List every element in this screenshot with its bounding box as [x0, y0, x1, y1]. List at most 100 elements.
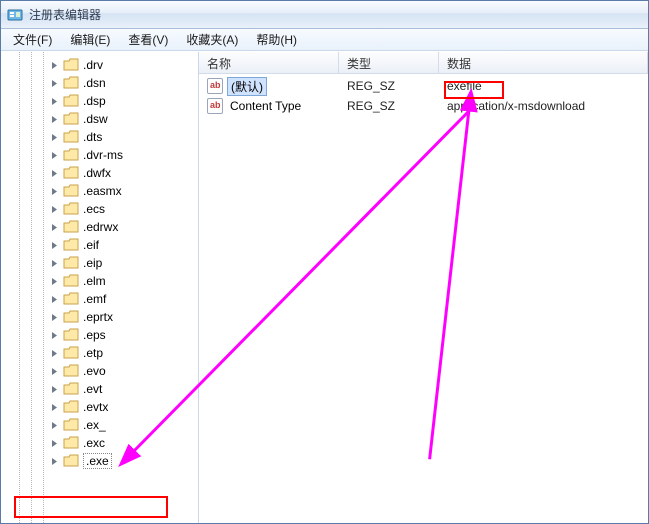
- expander-icon[interactable]: [49, 330, 60, 341]
- tree-item[interactable]: .dsn: [1, 74, 198, 92]
- tree-item-label: .eps: [83, 328, 106, 342]
- folder-icon: [63, 400, 79, 414]
- tree-item[interactable]: .ex_: [1, 416, 198, 434]
- tree-item[interactable]: .dsp: [1, 92, 198, 110]
- menu-edit[interactable]: 编辑(E): [62, 29, 118, 50]
- list-row[interactable]: Content TypeREG_SZapplication/x-msdownlo…: [199, 96, 648, 116]
- tree-item[interactable]: .drv: [1, 56, 198, 74]
- expander-icon[interactable]: [49, 168, 60, 179]
- folder-icon: [63, 310, 79, 324]
- list-body[interactable]: (默认)REG_SZexefileContent TypeREG_SZappli…: [199, 74, 648, 116]
- folder-icon: [63, 130, 79, 144]
- expander-icon[interactable]: [49, 96, 60, 107]
- folder-icon: [63, 202, 79, 216]
- expander-icon[interactable]: [49, 204, 60, 215]
- expander-icon[interactable]: [49, 348, 60, 359]
- expander-icon[interactable]: [49, 384, 60, 395]
- menu-view[interactable]: 查看(V): [120, 29, 176, 50]
- reg-string-icon: [207, 78, 223, 94]
- tree-item[interactable]: .eip: [1, 254, 198, 272]
- window-title: 注册表编辑器: [29, 6, 101, 23]
- folder-icon: [63, 58, 79, 72]
- tree-item[interactable]: .dts: [1, 128, 198, 146]
- tree-item[interactable]: .elm: [1, 272, 198, 290]
- expander-icon[interactable]: [49, 258, 60, 269]
- expander-icon[interactable]: [49, 78, 60, 89]
- tree-item[interactable]: .easmx: [1, 182, 198, 200]
- tree-item[interactable]: .evt: [1, 380, 198, 398]
- expander-icon[interactable]: [49, 294, 60, 305]
- client-area: .drv .dsn .dsp .dsw .dts.dvr-ms .dwfx .easmx .e…: [1, 52, 648, 523]
- folder-icon: [63, 418, 79, 432]
- tree-item[interactable]: .emf: [1, 290, 198, 308]
- tree-item[interactable]: .dsw: [1, 110, 198, 128]
- tree-item-label: .dwfx: [83, 166, 111, 180]
- tree-item[interactable]: .edrwx: [1, 218, 198, 236]
- tree-item[interactable]: .exc: [1, 434, 198, 452]
- tree-item-label: .easmx: [83, 184, 122, 198]
- tree-item-label: .drv: [83, 58, 103, 72]
- col-header-name[interactable]: 名称: [199, 52, 339, 73]
- folder-icon: [63, 346, 79, 360]
- tree-item-label: .dsn: [83, 76, 106, 90]
- expander-icon[interactable]: [49, 312, 60, 323]
- expander-icon[interactable]: [49, 114, 60, 125]
- expander-icon[interactable]: [49, 132, 60, 143]
- tree-item[interactable]: .eps: [1, 326, 198, 344]
- tree-item[interactable]: .evtx: [1, 398, 198, 416]
- cell-data: application/x-msdownload: [439, 99, 648, 113]
- list-pane[interactable]: 名称 类型 数据 (默认)REG_SZexefileContent TypeRE…: [199, 52, 648, 523]
- tree-item-label: .eip: [83, 256, 102, 270]
- menu-favorites[interactable]: 收藏夹(A): [178, 29, 246, 50]
- tree-item[interactable]: .dwfx: [1, 164, 198, 182]
- folder-icon: [63, 364, 79, 378]
- col-header-data[interactable]: 数据: [439, 52, 648, 73]
- expander-icon[interactable]: [49, 240, 60, 251]
- expander-icon[interactable]: [49, 186, 60, 197]
- folder-icon: [63, 94, 79, 108]
- list-row[interactable]: (默认)REG_SZexefile: [199, 76, 648, 96]
- folder-icon: [63, 220, 79, 234]
- cell-name: (默认): [199, 77, 339, 96]
- tree-item[interactable]: .eif: [1, 236, 198, 254]
- folder-icon: [63, 148, 79, 162]
- expander-icon[interactable]: [49, 366, 60, 377]
- tree-item[interactable]: .eprtx: [1, 308, 198, 326]
- registry-tree[interactable]: .drv .dsn .dsp .dsw .dts.dvr-ms .dwfx .easmx .e…: [1, 52, 198, 523]
- tree-item[interactable]: .exe: [1, 452, 198, 470]
- tree-item[interactable]: .dvr-ms: [1, 146, 198, 164]
- tree-pane[interactable]: .drv .dsn .dsp .dsw .dts.dvr-ms .dwfx .easmx .e…: [1, 52, 199, 523]
- expander-icon[interactable]: [49, 60, 60, 71]
- folder-icon: [63, 166, 79, 180]
- tree-item[interactable]: .ecs: [1, 200, 198, 218]
- menubar: 文件(F) 编辑(E) 查看(V) 收藏夹(A) 帮助(H): [1, 29, 648, 51]
- folder-icon: [63, 436, 79, 450]
- tree-item-label: .etp: [83, 346, 103, 360]
- folder-icon: [63, 238, 79, 252]
- list-header: 名称 类型 数据: [199, 52, 648, 74]
- expander-icon[interactable]: [49, 420, 60, 431]
- expander-icon[interactable]: [49, 456, 60, 467]
- expander-icon[interactable]: [49, 276, 60, 287]
- col-header-type[interactable]: 类型: [339, 52, 439, 73]
- tree-item-label: .dsw: [83, 112, 108, 126]
- tree-item-label: .dsp: [83, 94, 106, 108]
- tree-item-label: .edrwx: [83, 220, 118, 234]
- folder-icon: [63, 328, 79, 342]
- tree-item[interactable]: .evo: [1, 362, 198, 380]
- tree-item-label: .evo: [83, 364, 106, 378]
- expander-icon[interactable]: [49, 402, 60, 413]
- folder-icon: [63, 184, 79, 198]
- tree-item[interactable]: .etp: [1, 344, 198, 362]
- titlebar: 注册表编辑器: [1, 1, 648, 29]
- tree-item-label: .evtx: [83, 400, 108, 414]
- menu-help[interactable]: 帮助(H): [248, 29, 305, 50]
- expander-icon[interactable]: [49, 150, 60, 161]
- reg-string-icon: [207, 98, 223, 114]
- expander-icon[interactable]: [49, 438, 60, 449]
- tree-item-label: .eif: [83, 238, 99, 252]
- tree-item-label: .ecs: [83, 202, 105, 216]
- menu-file[interactable]: 文件(F): [5, 29, 60, 50]
- tree-item-label: .exe: [83, 453, 112, 469]
- expander-icon[interactable]: [49, 222, 60, 233]
